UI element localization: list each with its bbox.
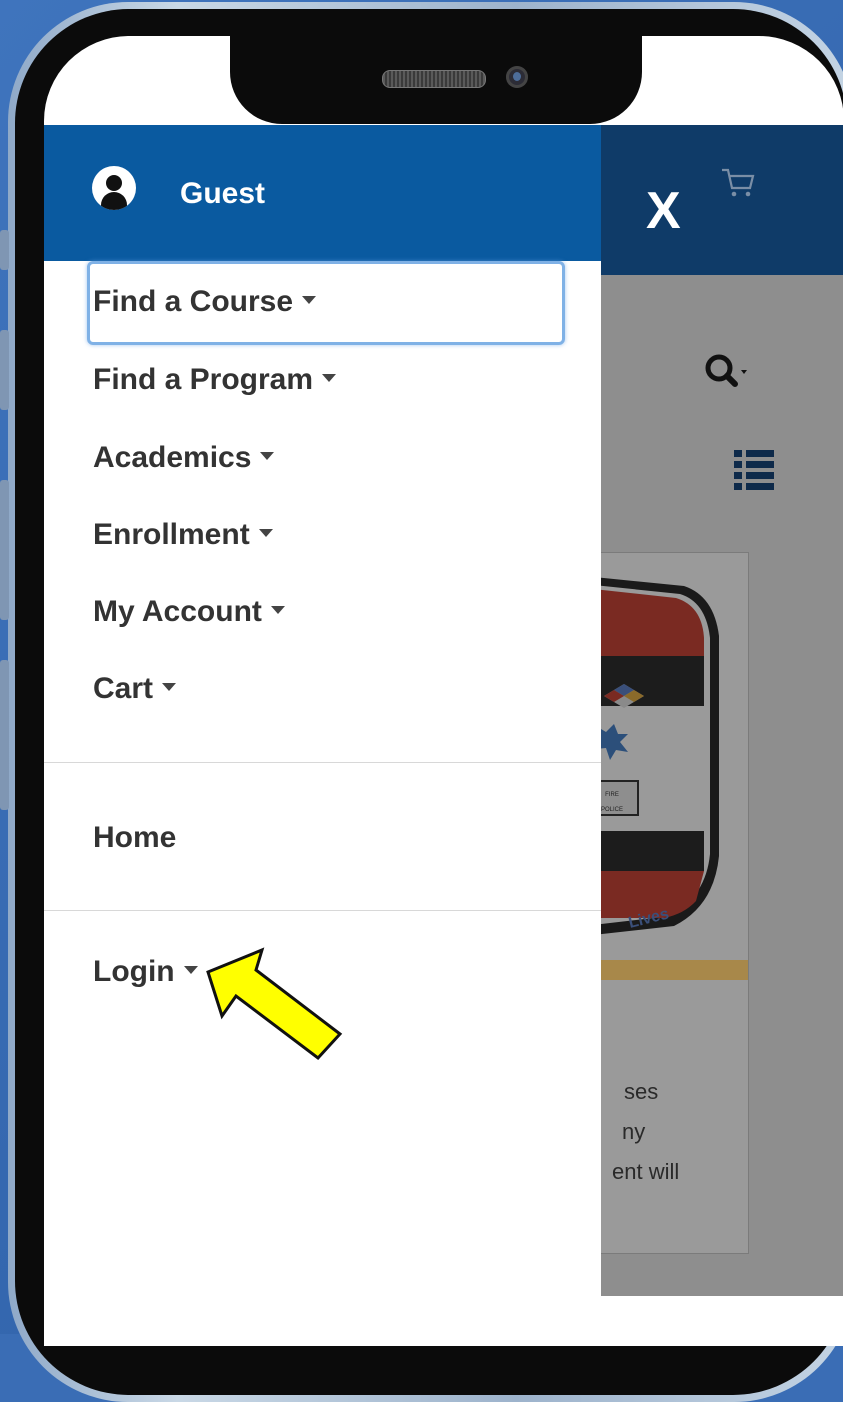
caret-down-icon bbox=[258, 529, 273, 538]
side-button bbox=[0, 330, 9, 410]
drawer-header: Guest bbox=[44, 125, 601, 261]
caret-down-icon bbox=[302, 296, 317, 305]
side-button bbox=[0, 230, 9, 270]
front-camera bbox=[506, 66, 528, 88]
emergency-services-badge: FIRE POLICE Lives bbox=[584, 576, 719, 936]
card-accent-band bbox=[584, 960, 748, 980]
cart-icon[interactable] bbox=[720, 166, 756, 200]
user-avatar-icon bbox=[92, 166, 136, 210]
menu-item-my-account[interactable]: My Account bbox=[93, 595, 285, 629]
speaker-grille bbox=[382, 70, 486, 88]
menu-item-label: My Account bbox=[93, 595, 262, 628]
card-description: ses ny ent will bbox=[584, 1072, 744, 1192]
menu-item-academics[interactable]: Academics bbox=[93, 441, 275, 475]
card-text-line: ses bbox=[624, 1079, 659, 1104]
svg-text:POLICE: POLICE bbox=[601, 807, 623, 813]
card-text-line: ny bbox=[622, 1119, 646, 1144]
svg-text:FIRE: FIRE bbox=[605, 792, 619, 798]
caret-down-icon bbox=[162, 683, 177, 692]
caret-down-icon bbox=[322, 374, 337, 383]
page-footer bbox=[600, 1296, 843, 1346]
menu-item-label: Login bbox=[93, 955, 175, 988]
side-button bbox=[0, 480, 9, 620]
menu-item-label: Enrollment bbox=[93, 518, 250, 551]
caret-down-icon bbox=[270, 606, 285, 615]
pointer-arrow-icon bbox=[206, 947, 343, 1061]
search-icon[interactable] bbox=[704, 352, 750, 392]
menu-item-label: Academics bbox=[93, 441, 252, 474]
navigation-drawer: Guest Find a Course Find a Program Acade… bbox=[44, 125, 601, 1346]
menu-item-label: Home bbox=[93, 821, 177, 854]
phone-screen: X FIRE POLICE Lives ses ny ent will Gues… bbox=[44, 36, 843, 1346]
user-name: Guest bbox=[180, 177, 266, 210]
menu-item-cart[interactable]: Cart bbox=[93, 672, 177, 706]
list-view-icon[interactable] bbox=[732, 446, 776, 492]
menu-item-find-a-program[interactable]: Find a Program bbox=[93, 363, 337, 397]
caret-down-icon bbox=[183, 966, 198, 975]
menu-item-enrollment[interactable]: Enrollment bbox=[93, 518, 273, 552]
divider bbox=[44, 910, 601, 911]
menu-item-home[interactable]: Home bbox=[93, 821, 176, 855]
menu-item-label: Find a Program bbox=[93, 363, 314, 396]
side-button bbox=[0, 660, 9, 810]
menu-item-label: Find a Course bbox=[93, 285, 294, 318]
caret-down-icon bbox=[260, 452, 275, 461]
close-menu-button[interactable]: X bbox=[646, 181, 681, 241]
divider bbox=[44, 762, 601, 763]
menu-item-find-a-course[interactable]: Find a Course bbox=[93, 285, 317, 319]
phone-notch bbox=[230, 36, 642, 124]
menu-item-label: Cart bbox=[93, 672, 154, 705]
menu-item-login[interactable]: Login bbox=[93, 955, 198, 989]
card-text-line: ent will bbox=[612, 1159, 680, 1184]
